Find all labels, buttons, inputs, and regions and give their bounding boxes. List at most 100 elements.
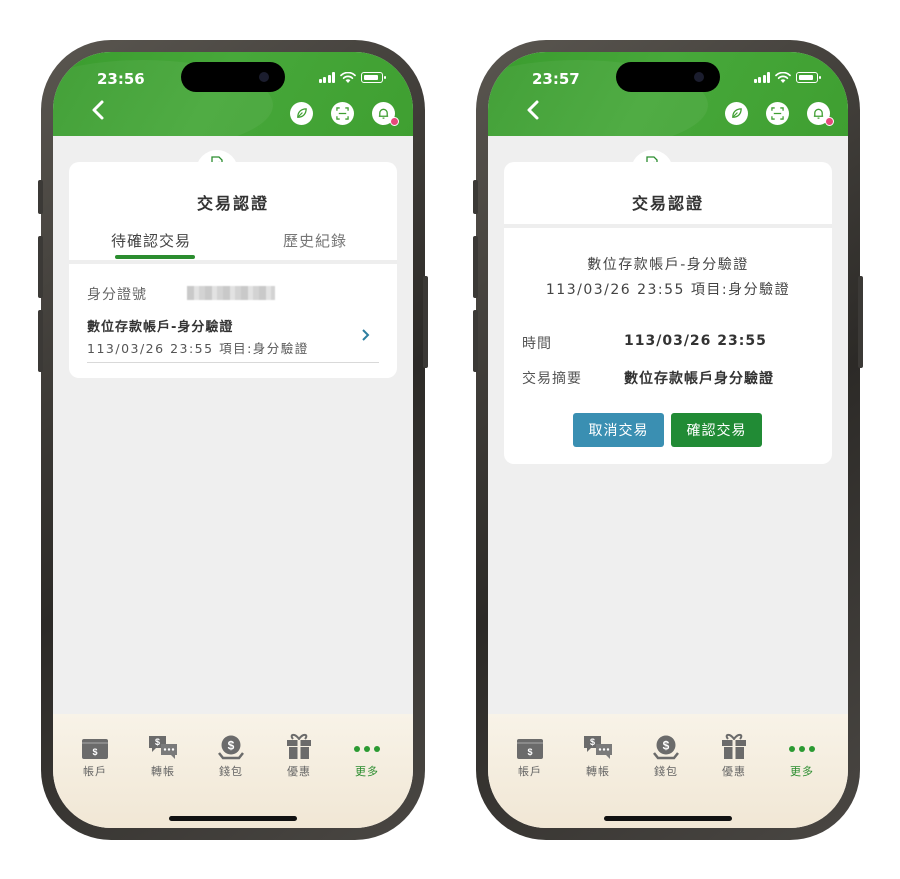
- dynamic-island: [181, 62, 285, 92]
- cancel-transaction-button[interactable]: 取消交易: [573, 413, 664, 447]
- back-icon[interactable]: [522, 98, 546, 122]
- divider: [504, 224, 832, 228]
- transaction-title: 數位存款帳戶-身分驗證: [87, 320, 234, 335]
- id-value-redacted: [187, 286, 275, 300]
- nav-label: 帳戶: [518, 765, 542, 778]
- card-title: 交易認證: [631, 194, 704, 213]
- status-icons: [318, 72, 386, 83]
- more-icon: [789, 746, 815, 752]
- nav-account[interactable]: $ 帳戶: [500, 734, 560, 779]
- leaf-icon[interactable]: [725, 102, 748, 125]
- tab-pending-label: 待確認交易: [110, 232, 191, 250]
- summary-value: 數位存款帳戶身分驗證: [624, 371, 774, 387]
- nav-label: 更多: [790, 765, 814, 778]
- time-value: 113/03/26 23:55: [624, 333, 767, 349]
- signal-icon: [318, 72, 335, 83]
- svg-text:$: $: [155, 737, 160, 747]
- screen: 23:56 交易認證 待確認交易 歷史紀錄 身分證號 數位存款帳戶-身分驗證 1…: [53, 52, 413, 828]
- summary-label: 交易摘要: [522, 371, 582, 387]
- signal-icon: [753, 72, 770, 83]
- nav-wallet[interactable]: $ 錢包: [201, 734, 261, 779]
- phone-left: 23:56 交易認證 待確認交易 歷史紀錄 身分證號 數位存款帳戶-身分驗證 1…: [38, 40, 428, 840]
- volume-up-button: [473, 236, 478, 298]
- volume-up-button: [38, 236, 43, 298]
- wallet-icon: $: [218, 735, 244, 760]
- scan-icon[interactable]: [331, 102, 354, 125]
- bottom-nav: $ 帳戶 $ 轉帳 $ 錢包 優惠 更多: [53, 714, 413, 828]
- notification-dot: [390, 117, 399, 126]
- leaf-icon[interactable]: [290, 102, 313, 125]
- id-label: 身分證號: [87, 287, 147, 303]
- wifi-icon: [775, 72, 791, 83]
- transfer-icon: $: [584, 736, 612, 759]
- wallet-icon: $: [653, 735, 679, 760]
- tab-bar: 待確認交易 歷史紀錄: [69, 230, 397, 259]
- account-icon: $: [517, 739, 543, 759]
- battery-icon: [361, 72, 386, 83]
- gift-icon: [287, 733, 311, 759]
- nav-more[interactable]: 更多: [772, 734, 832, 779]
- home-indicator: [169, 816, 297, 821]
- nav-label: 轉帳: [151, 765, 175, 778]
- bell-icon[interactable]: [372, 102, 399, 126]
- volume-down-button: [473, 310, 478, 372]
- phone-right: 23:57 交易認證 數位存款帳戶-身分驗證 113/03/26 23:55 項…: [473, 40, 863, 840]
- divider: [69, 260, 397, 264]
- screen: 23:57 交易認證 數位存款帳戶-身分驗證 113/03/26 23:55 項…: [488, 52, 848, 828]
- nav-offers[interactable]: 優惠: [704, 733, 764, 779]
- nav-transfer[interactable]: $ 轉帳: [568, 734, 628, 779]
- tab-active-indicator: [115, 255, 195, 259]
- detail-line-1: 數位存款帳戶-身分驗證: [587, 257, 749, 273]
- transaction-subtitle: 113/03/26 23:55 項目:身分驗證: [87, 341, 309, 356]
- volume-down-button: [38, 310, 43, 372]
- transaction-confirm-card: 交易認證 數位存款帳戶-身分驗證 113/03/26 23:55 項目:身分驗證…: [504, 162, 832, 464]
- nav-label: 帳戶: [83, 765, 107, 778]
- status-time: 23:56: [97, 70, 145, 88]
- nav-transfer[interactable]: $ 轉帳: [133, 734, 193, 779]
- detail-line-2: 113/03/26 23:55 項目:身分驗證: [545, 282, 791, 298]
- svg-text:$: $: [527, 747, 532, 757]
- row-divider: [87, 362, 379, 363]
- nav-label: 錢包: [654, 765, 678, 778]
- status-icons: [753, 72, 821, 83]
- tab-pending[interactable]: 待確認交易: [69, 230, 233, 259]
- nav-offers[interactable]: 優惠: [269, 733, 329, 779]
- chevron-right-icon[interactable]: [359, 328, 371, 342]
- confirm-transaction-button[interactable]: 確認交易: [671, 413, 762, 447]
- transfer-icon: $: [149, 736, 177, 759]
- tab-history-label: 歷史紀錄: [282, 232, 347, 250]
- power-button: [423, 276, 428, 368]
- account-icon: $: [82, 739, 108, 759]
- app-header: 23:57: [488, 52, 848, 150]
- svg-text:$: $: [228, 739, 235, 753]
- card-title: 交易認證: [196, 194, 269, 213]
- tab-history[interactable]: 歷史紀錄: [233, 230, 397, 257]
- home-indicator: [604, 816, 732, 821]
- power-button: [858, 276, 863, 368]
- svg-text:$: $: [590, 737, 595, 747]
- gift-icon: [722, 733, 746, 759]
- wifi-icon: [340, 72, 356, 83]
- battery-icon: [796, 72, 821, 83]
- nav-more[interactable]: 更多: [337, 734, 397, 779]
- more-icon: [354, 746, 380, 752]
- nav-label: 優惠: [722, 765, 746, 778]
- svg-text:$: $: [92, 747, 97, 757]
- bell-icon[interactable]: [807, 102, 834, 126]
- time-label: 時間: [522, 336, 552, 352]
- notification-dot: [825, 117, 834, 126]
- nav-label: 優惠: [287, 765, 311, 778]
- transaction-auth-card: 交易認證 待確認交易 歷史紀錄 身分證號 數位存款帳戶-身分驗證 113/03/…: [69, 162, 397, 378]
- dynamic-island: [616, 62, 720, 92]
- action-button: [38, 180, 43, 214]
- nav-label: 轉帳: [586, 765, 610, 778]
- scan-icon[interactable]: [766, 102, 789, 125]
- back-icon[interactable]: [87, 98, 111, 122]
- nav-label: 錢包: [219, 765, 243, 778]
- app-header: 23:56: [53, 52, 413, 150]
- action-button: [473, 180, 478, 214]
- bottom-nav: $ 帳戶 $ 轉帳 $ 錢包 優惠 更多: [488, 714, 848, 828]
- nav-wallet[interactable]: $ 錢包: [636, 734, 696, 779]
- nav-label: 更多: [355, 765, 379, 778]
- nav-account[interactable]: $ 帳戶: [65, 734, 125, 779]
